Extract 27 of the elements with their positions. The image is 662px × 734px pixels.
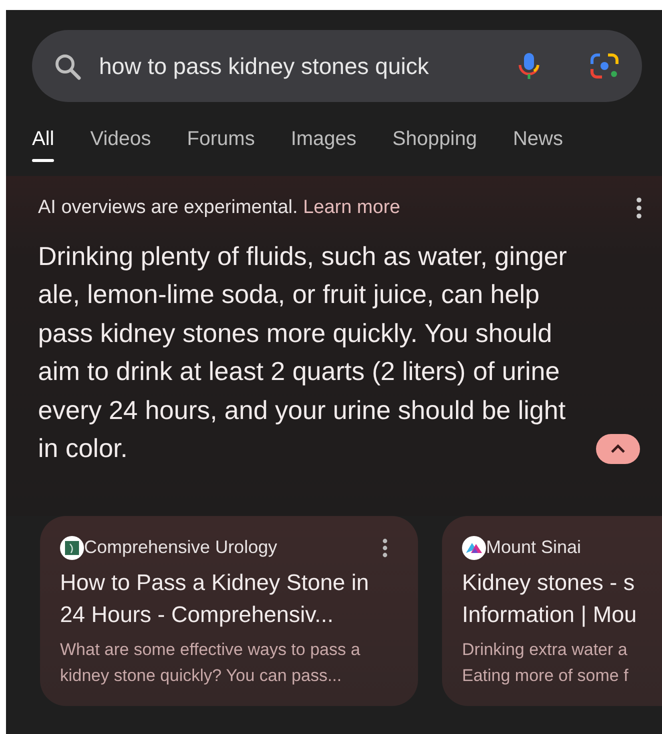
microphone-icon[interactable]	[517, 52, 541, 80]
source-card[interactable]: Mount Sinai Kidney stones - s Information | Mou Drinking extra water a Eating more of some f	[442, 516, 662, 706]
result-title: How to Pass a Kidney Stone in 24 Hours - Comprehensiv...	[60, 569, 370, 629]
search-icon[interactable]	[54, 52, 81, 80]
camera-lens-icon[interactable]	[589, 52, 620, 80]
tab[interactable]: Shopping	[392, 102, 477, 176]
collapse-button[interactable]	[596, 434, 640, 464]
notice-text: AI overviews are experimental. Learn more	[38, 196, 400, 220]
site-logo-icon	[60, 536, 84, 560]
overview-paragraph: Drinking plenty of fluids, such as water, ginger ale, lemon-lime soda, or fruit juice, can help pass kidney stones more quickly. You should aim to drink at least 2 quarts (2 liters) of urine every 24 hours, and your urine should be light in color.	[38, 240, 568, 465]
result-title: Kidney stones - s Information | Mou	[462, 569, 638, 629]
tab[interactable]: News	[512, 102, 563, 176]
tab[interactable]: Images	[290, 102, 356, 176]
site-name: Comprehensive Urology	[84, 536, 278, 559]
chevron-icon	[610, 444, 626, 454]
result-snippet: Drinking extra water a Eating more of some f	[462, 639, 630, 687]
tab[interactable]: All	[32, 102, 54, 176]
result-snippet: What are some effective ways to pass a kidney stone quickly? You can pass...	[60, 639, 362, 687]
search-field[interactable]: how to pass kidney stones quick	[32, 30, 642, 102]
tab[interactable]: Videos	[90, 102, 152, 176]
more-options-icon[interactable]	[636, 197, 642, 220]
source-card[interactable]: Comprehensive Urology How to Pass a Kidney Stone in 24 Hours - Comprehensiv... What are some effective ways to pass a kidney stone quickly? You can pass...	[40, 516, 418, 706]
site-logo-icon	[462, 536, 486, 560]
more-options-icon[interactable]	[382, 538, 388, 558]
site-name: Mount Sinai	[486, 536, 582, 559]
learn-more-link[interactable]: Learn more	[303, 197, 400, 218]
tab[interactable]: Forums	[187, 102, 255, 176]
